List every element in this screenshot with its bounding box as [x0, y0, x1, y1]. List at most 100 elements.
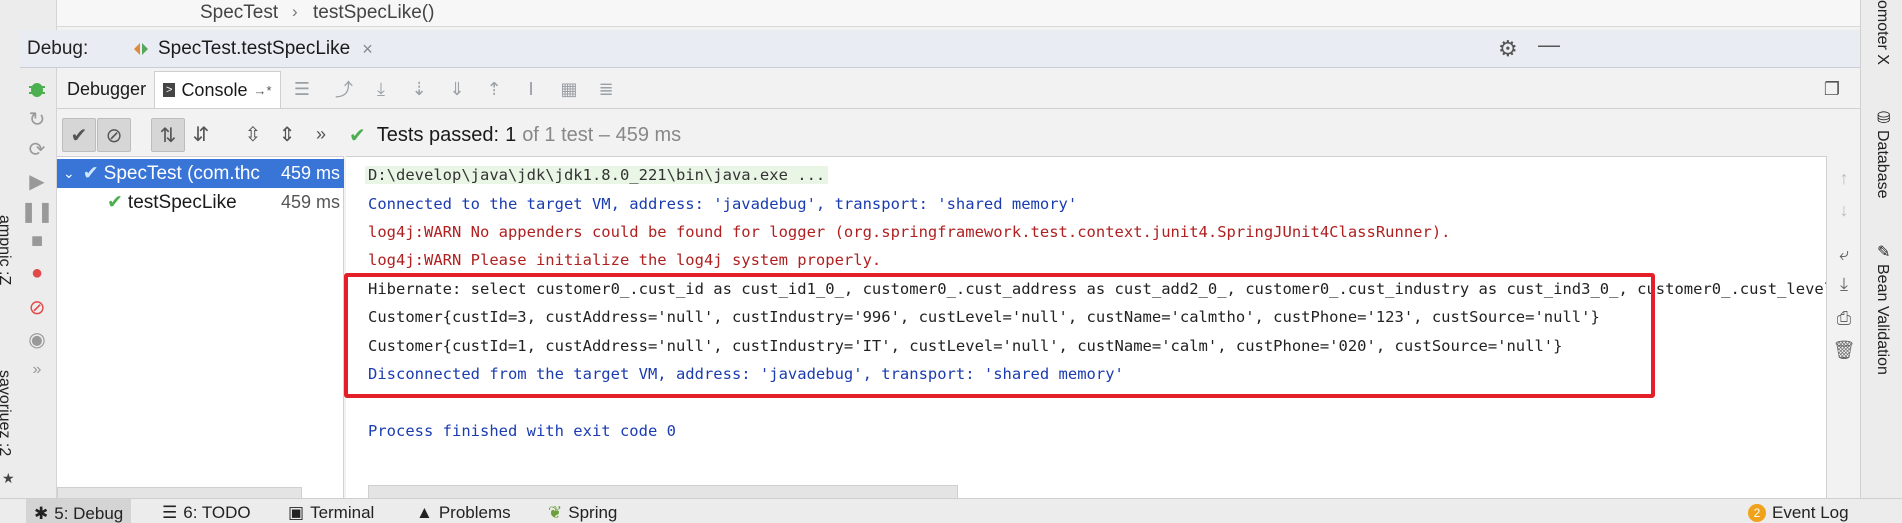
debug-toolbar: Debugger > Console →* ☰ ⤴ ⤓ ⇣ ⇓ ⇡ Ⅰ ▦ ≣ …: [57, 69, 1860, 109]
step-over-icon[interactable]: ⤓: [369, 77, 393, 101]
console-horizontal-scrollbar[interactable]: [368, 485, 958, 498]
star-icon[interactable]: ★: [2, 470, 15, 487]
run-config-icon: [134, 43, 148, 55]
console-icon: >: [163, 83, 176, 97]
more-icon[interactable]: »: [22, 355, 52, 385]
breadcrumb: SpecTest › testSpecLike(): [0, 0, 1860, 27]
expand-all-icon[interactable]: ⇳: [237, 118, 269, 150]
show-ignored-icon[interactable]: ⊘: [97, 118, 131, 152]
console-line: Process finished with exit code 0: [368, 422, 676, 440]
structure-tool-label[interactable]: ampnic :Z: [0, 215, 13, 285]
highlight-annotation-box: [344, 273, 1655, 398]
spring-leaf-icon: ❦: [548, 503, 563, 522]
print-icon[interactable]: ⎙: [1832, 306, 1856, 330]
pause-icon[interactable]: ❚❚: [20, 196, 54, 226]
breadcrumb-method[interactable]: testSpecLike(): [313, 2, 434, 24]
step-out-icon[interactable]: ⇡: [482, 77, 506, 101]
bottom-tab-problems-label: Problems: [438, 503, 511, 522]
console-side-toolbar: ↑ ↓ ⤶ ⤓ ⎙ 🗑: [1826, 156, 1860, 498]
tree-row-testspeclike[interactable]: ✔ testSpecLike 459 ms: [57, 188, 344, 217]
up-arrow-icon[interactable]: ↑: [1832, 166, 1856, 190]
bean-validation-tool-label[interactable]: Bean Validation: [1873, 264, 1891, 375]
close-icon[interactable]: ×: [362, 39, 373, 60]
step-into-icon[interactable]: ⇣: [407, 77, 431, 101]
run-to-cursor-icon[interactable]: Ⅰ: [519, 77, 543, 101]
tree-row-time: 459 ms: [280, 192, 340, 212]
bottom-tab-problems[interactable]: ▲ Problems: [416, 503, 511, 523]
event-log-label: Event Log: [1772, 503, 1849, 522]
tree-row-spectest[interactable]: ⌄ ✔ SpecTest (com.thc 459 ms: [57, 159, 344, 188]
down-arrow-icon[interactable]: ↓: [1832, 198, 1856, 222]
bottom-tab-debug-label: 5: Debug: [54, 504, 124, 523]
bottom-tab-terminal[interactable]: ▣ Terminal: [288, 503, 374, 523]
scroll-to-end-icon[interactable]: ⤓: [1832, 272, 1856, 296]
test-tree: ⌄ ✔ SpecTest (com.thc 459 ms ✔ testSpecL…: [57, 156, 344, 499]
bean-validation-icon: ✎: [1877, 244, 1891, 261]
tree-row-label: testSpecLike: [127, 191, 237, 213]
test-status: ✔ Tests passed: 1 of 1 test – 459 ms: [349, 123, 681, 148]
console-line: log4j:WARN Please initialize the log4j s…: [368, 251, 882, 269]
tab-debugger[interactable]: Debugger: [59, 71, 154, 107]
resume-icon[interactable]: ▶: [22, 166, 52, 196]
bottom-tab-terminal-label: Terminal: [310, 503, 375, 522]
bottom-tool-bar: ✱ 5: Debug ☰ 6: TODO ▣ Terminal ▲ Problems ❦…: [0, 498, 1902, 523]
sort-alphabetically-icon[interactable]: ⇅: [151, 118, 185, 152]
show-passed-icon[interactable]: ✔: [62, 118, 96, 152]
tree-row-label: SpecTest (com.thc: [103, 162, 260, 184]
console-pin-icon[interactable]: →*: [253, 83, 271, 98]
check-icon: ✔: [349, 125, 366, 147]
list-icon: ☰: [162, 503, 178, 522]
debug-header: Debug: SpecTest.testSpecLike × ⚙ —: [20, 30, 1860, 68]
minimize-icon[interactable]: —: [1538, 32, 1560, 58]
check-icon: ✔: [82, 163, 99, 184]
gear-icon[interactable]: ⚙: [1498, 36, 1518, 62]
force-step-into-icon[interactable]: ⇓: [445, 77, 469, 101]
restore-window-icon[interactable]: ❐: [1820, 77, 1844, 101]
menu-lines-icon[interactable]: ☰: [290, 77, 314, 101]
restore-layout-icon[interactable]: ⟳: [22, 134, 52, 164]
show-execution-point-icon[interactable]: ⤴: [332, 77, 356, 101]
bottom-tab-todo-label: 6: TODO: [183, 503, 251, 522]
trace-stream-icon[interactable]: ≣: [594, 77, 618, 101]
view-breakpoints-icon[interactable]: ●: [22, 258, 52, 288]
console-line: log4j:WARN No appenders could be found f…: [368, 223, 1451, 241]
soft-wrap-icon[interactable]: ⤶: [1832, 242, 1856, 266]
event-log[interactable]: 2 Event Log: [1748, 503, 1849, 523]
database-tool-label[interactable]: Database: [1873, 130, 1891, 199]
bug-icon: ✱: [34, 504, 49, 523]
collapse-all-icon[interactable]: ⇕: [271, 118, 303, 150]
evaluate-expression-icon[interactable]: ▦: [557, 77, 581, 101]
breadcrumb-separator-icon: ›: [292, 2, 298, 21]
test-status-detail: of 1 test – 459 ms: [522, 124, 682, 146]
right-tool-strip: omoter X ⛁ Database ✎ Bean Validation: [1860, 0, 1902, 498]
terminal-icon: ▣: [288, 503, 305, 522]
favorites-tool-label[interactable]: savoriuez :2: [0, 370, 13, 456]
run-config-tab-label: SpecTest.testSpecLike: [158, 38, 351, 59]
debug-panel-label: Debug:: [27, 38, 89, 59]
more-icon[interactable]: »: [305, 118, 337, 150]
tab-console[interactable]: > Console →*: [154, 71, 281, 108]
rerun-failed-icon[interactable]: ↻: [22, 104, 52, 134]
tab-console-label: Console: [181, 79, 248, 100]
chevron-down-icon[interactable]: ⌄: [63, 165, 75, 182]
bug-icon[interactable]: [22, 74, 52, 104]
bottom-tab-debug[interactable]: ✱ 5: Debug: [26, 499, 132, 523]
camera-icon[interactable]: ◉: [22, 324, 52, 354]
test-passed-count: 1: [505, 124, 517, 146]
tree-row-time: 459 ms: [280, 163, 340, 183]
trash-icon[interactable]: 🗑: [1832, 338, 1856, 362]
bottom-tab-todo[interactable]: ☰ 6: TODO: [162, 503, 251, 523]
maven-tool-label[interactable]: omoter X: [1873, 0, 1891, 65]
test-status-label: Tests passed:: [376, 124, 500, 146]
tab-debugger-label: Debugger: [67, 78, 147, 99]
stop-icon[interactable]: ■: [22, 226, 52, 256]
run-config-tab[interactable]: SpecTest.testSpecLike ×: [120, 33, 383, 65]
console-line[interactable]: D:\develop\java\jdk\jdk1.8.0_221\bin\jav…: [365, 166, 829, 184]
mute-breakpoints-icon[interactable]: ⊘: [22, 292, 52, 322]
bottom-tab-spring[interactable]: ❦ Spring: [548, 503, 617, 523]
sort-by-duration-icon[interactable]: ⇵: [185, 118, 217, 150]
event-log-count-badge: 2: [1748, 504, 1766, 522]
bottom-tab-spring-label: Spring: [568, 503, 618, 522]
console-line: Connected to the target VM, address: 'ja…: [368, 195, 1078, 213]
breadcrumb-file[interactable]: SpecTest: [200, 2, 278, 24]
